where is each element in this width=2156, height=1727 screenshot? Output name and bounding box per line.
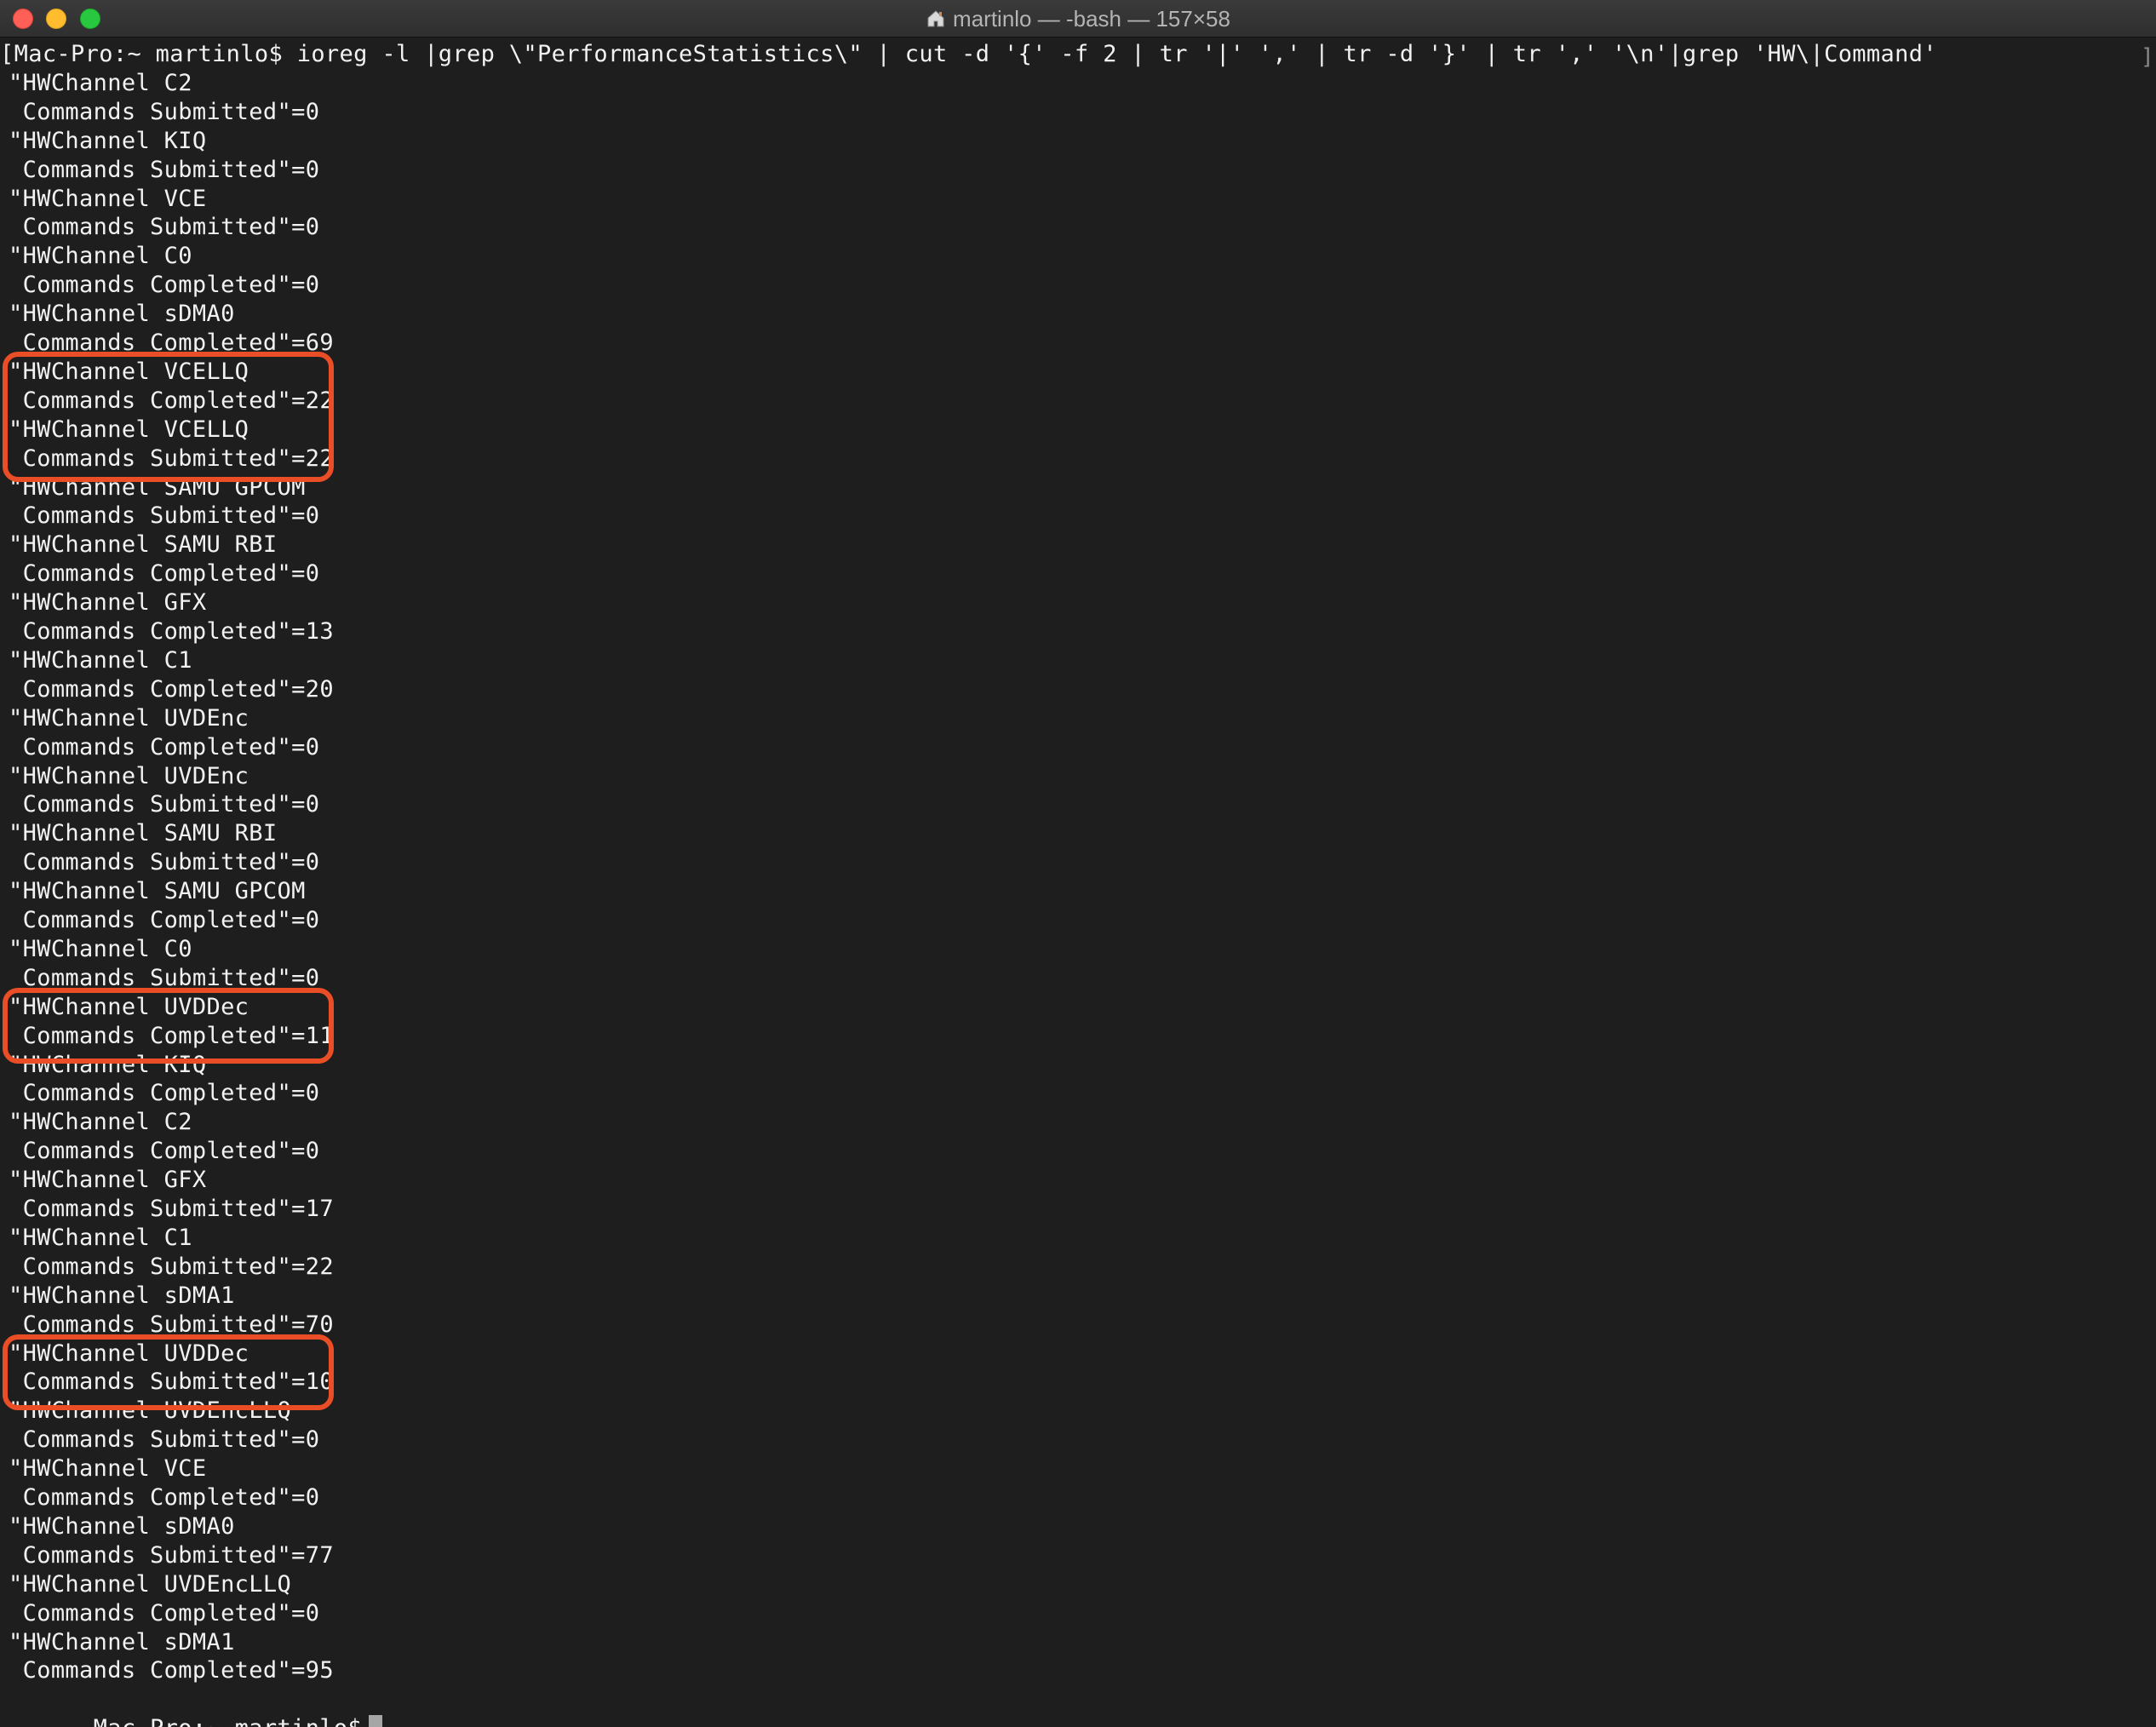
output-line: Commands Completed"=0 bbox=[9, 1599, 320, 1627]
highlight-box-uvddec-submitted bbox=[3, 1334, 334, 1410]
output-line: Commands Submitted"=0 bbox=[9, 791, 320, 818]
final-prompt-line[interactable]: Mac-Pro:~ martinlo$ bbox=[9, 1685, 383, 1727]
output-line: "HWChannel GFX bbox=[9, 589, 207, 617]
terminal-window: martinlo — -bash — 157×58 [Mac-Pro:~ mar… bbox=[0, 0, 2156, 1727]
output-line: "HWChannel VCE bbox=[9, 185, 207, 212]
output-line: "HWChannel KIQ bbox=[9, 127, 207, 154]
output-line: Commands Submitted"=0 bbox=[9, 502, 320, 530]
output-line: Commands Completed"=0 bbox=[9, 907, 320, 933]
command-line: [Mac-Pro:~ martinlo$ ioreg -l |grep \"Pe… bbox=[0, 41, 1937, 67]
output-line: Commands Submitted"=0 bbox=[9, 1426, 320, 1454]
window-title: martinlo — -bash — 157×58 bbox=[953, 5, 1230, 32]
terminal-output[interactable]: [Mac-Pro:~ martinlo$ ioreg -l |grep \"Pe… bbox=[0, 40, 2156, 1727]
output-line: Commands Completed"=13 bbox=[9, 618, 334, 645]
output-line: Commands Completed"=0 bbox=[9, 1138, 320, 1165]
output-line: "HWChannel VCE bbox=[9, 1455, 207, 1483]
output-line: Commands Submitted"=0 bbox=[9, 214, 320, 241]
output-line: "HWChannel sDMA1 bbox=[9, 1282, 235, 1309]
output-line: Commands Completed"=95 bbox=[9, 1657, 334, 1684]
title-bar[interactable]: martinlo — -bash — 157×58 bbox=[0, 0, 2156, 37]
output-line: Commands Completed"=0 bbox=[9, 733, 320, 760]
output-line: "HWChannel UVDEncLLQ bbox=[9, 1570, 292, 1598]
output-line: "HWChannel GFX bbox=[9, 1167, 207, 1194]
output-line: Commands Submitted"=0 bbox=[9, 156, 320, 183]
output-line: "HWChannel C2 bbox=[9, 1109, 192, 1136]
output-line: "HWChannel sDMA0 bbox=[9, 1512, 235, 1540]
output-line: Commands Completed"=0 bbox=[9, 1484, 320, 1511]
output-line: Commands Completed"=0 bbox=[9, 560, 320, 588]
output-line: Commands Completed"=20 bbox=[9, 675, 334, 703]
output-line: "HWChannel UVDEnc bbox=[9, 762, 249, 789]
output-line: Commands Completed"=0 bbox=[9, 1080, 320, 1107]
output-line: "HWChannel C2 bbox=[9, 69, 192, 96]
output-line: "HWChannel SAMU GPCOM bbox=[9, 878, 306, 905]
output-line: "HWChannel C1 bbox=[9, 646, 192, 674]
output-line: Commands Submitted"=17 bbox=[9, 1196, 334, 1222]
output-line: "HWChannel C0 bbox=[9, 935, 192, 962]
output-line: "HWChannel SAMU RBI bbox=[9, 820, 278, 847]
prompt-right-bracket: ] bbox=[2141, 44, 2154, 70]
output-line: "HWChannel C0 bbox=[9, 243, 192, 270]
window-title-container: martinlo — -bash — 157×58 bbox=[0, 0, 2156, 37]
output-line: "HWChannel C1 bbox=[9, 1224, 192, 1251]
output-line: Commands Submitted"=0 bbox=[9, 98, 320, 125]
output-line: Commands Submitted"=0 bbox=[9, 849, 320, 876]
output-line: "HWChannel UVDEnc bbox=[9, 704, 249, 732]
output-line: "HWChannel SAMU RBI bbox=[9, 531, 278, 559]
output-line: Commands Submitted"=22 bbox=[9, 1253, 334, 1280]
highlight-box-uvddec-completed bbox=[3, 988, 334, 1064]
output-line: Commands Completed"=0 bbox=[9, 272, 320, 299]
output-line: "HWChannel sDMA0 bbox=[9, 301, 235, 328]
final-prompt: Mac-Pro:~ martinlo$ bbox=[94, 1715, 363, 1727]
output-line: Commands Submitted"=77 bbox=[9, 1541, 334, 1569]
home-icon bbox=[926, 9, 946, 29]
highlight-box-vcellq bbox=[3, 352, 334, 482]
output-line: "HWChannel sDMA1 bbox=[9, 1628, 235, 1655]
text-cursor bbox=[369, 1715, 383, 1727]
